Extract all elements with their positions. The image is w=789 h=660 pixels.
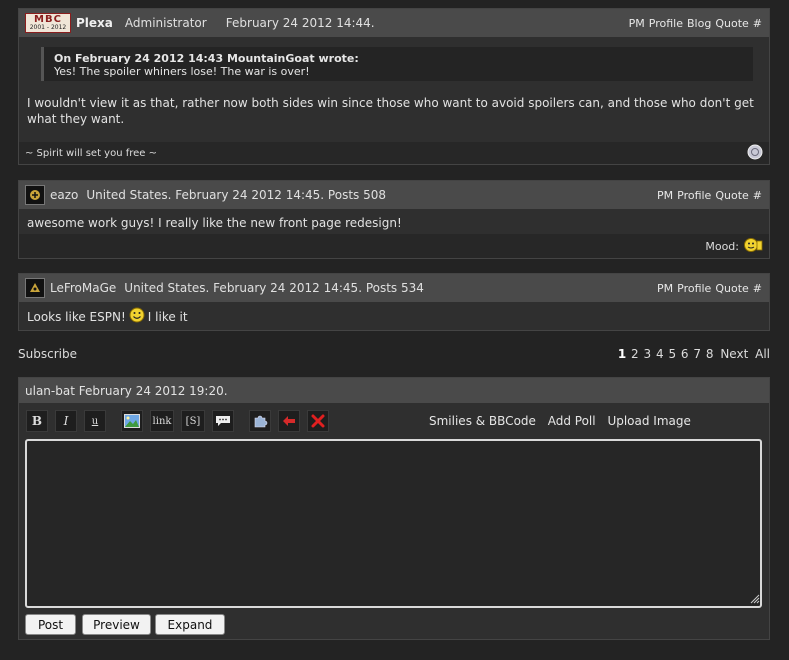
post-lefromage: LeFroMaGe United States. February 24 201… bbox=[18, 273, 770, 331]
red-x-icon bbox=[311, 414, 325, 428]
mood-label: Mood: bbox=[705, 239, 739, 253]
pm-link[interactable]: PM bbox=[657, 189, 673, 202]
permalink[interactable]: # bbox=[753, 282, 762, 295]
post-plexa: MBC 2001 - 2012 Plexa Administrator Febr… bbox=[18, 8, 770, 165]
resize-grip-icon[interactable] bbox=[750, 594, 760, 604]
italic-label: I bbox=[63, 414, 69, 428]
mood-bar: Mood: bbox=[19, 234, 769, 258]
quote-link[interactable]: Quote bbox=[715, 189, 748, 202]
plugin-button[interactable] bbox=[249, 410, 271, 432]
page-2[interactable]: 2 bbox=[631, 347, 639, 361]
editor-links: Smilies & BBCode Add Poll Upload Image bbox=[429, 414, 699, 428]
reply-textarea[interactable] bbox=[25, 439, 762, 608]
permalink[interactable]: # bbox=[753, 17, 762, 30]
profile-link[interactable]: Profile bbox=[677, 189, 711, 202]
upload-image-link[interactable]: Upload Image bbox=[607, 414, 690, 428]
add-poll-link[interactable]: Add Poll bbox=[548, 414, 596, 428]
underline-label: u bbox=[91, 415, 99, 427]
bold-button[interactable]: B bbox=[26, 410, 48, 432]
post-eazo: eazo United States. February 24 2012 14:… bbox=[18, 180, 770, 259]
post-body: Looks like ESPN! I like it bbox=[19, 302, 769, 333]
subscribe-pagination-row: Subscribe 1 2 3 4 5 6 7 8 Next All bbox=[18, 345, 770, 363]
post-actions: PM Profile Quote # bbox=[653, 181, 762, 209]
post-meta: Administrator February 24 2012 14:44. bbox=[124, 16, 375, 30]
pm-link[interactable]: PM bbox=[629, 17, 645, 30]
post-meta: United States. February 24 2012 14:45. P… bbox=[124, 281, 424, 295]
pm-link[interactable]: PM bbox=[657, 282, 673, 295]
spoiler-button[interactable]: [S] bbox=[181, 410, 205, 432]
speech-bubble-icon bbox=[216, 416, 230, 426]
quote-button[interactable] bbox=[212, 410, 234, 432]
page-6[interactable]: 6 bbox=[681, 347, 689, 361]
smilies-bbcode-link[interactable]: Smilies & BBCode bbox=[429, 414, 536, 428]
post-body: awesome work guys! I really like the new… bbox=[27, 216, 402, 230]
avatar-icon bbox=[30, 190, 40, 200]
username[interactable]: eazo bbox=[50, 188, 78, 202]
quote-link[interactable]: Quote bbox=[715, 282, 748, 295]
puzzle-icon bbox=[254, 415, 268, 428]
mood-smiley-icon bbox=[743, 237, 763, 256]
quote-header: On February 24 2012 14:43 MountainGoat w… bbox=[54, 52, 359, 65]
post-header: eazo United States. February 24 2012 14:… bbox=[19, 181, 769, 209]
avatar[interactable] bbox=[25, 278, 45, 298]
permalink[interactable]: # bbox=[753, 189, 762, 202]
post-header: MBC 2001 - 2012 Plexa Administrator Febr… bbox=[19, 9, 769, 37]
blog-link[interactable]: Blog bbox=[687, 17, 711, 30]
avatar[interactable]: MBC 2001 - 2012 bbox=[25, 13, 71, 33]
profile-link[interactable]: Profile bbox=[649, 17, 683, 30]
post-button[interactable]: Post bbox=[25, 614, 76, 635]
next-page-link[interactable]: Next bbox=[720, 347, 748, 361]
page-7[interactable]: 7 bbox=[693, 347, 701, 361]
page-4[interactable]: 4 bbox=[656, 347, 664, 361]
post-body-text: Looks like ESPN! bbox=[27, 310, 126, 324]
quote-block: On February 24 2012 14:43 MountainGoat w… bbox=[41, 47, 753, 81]
undo-button[interactable] bbox=[278, 410, 300, 432]
post-actions: PM Profile Quote # bbox=[653, 274, 762, 302]
signature-bar: ~ Spirit will set you free ~ bbox=[19, 142, 769, 164]
avatar-logo-years: 2001 - 2012 bbox=[29, 24, 67, 31]
post-header: LeFroMaGe United States. February 24 201… bbox=[19, 274, 769, 302]
pagination: 1 2 3 4 5 6 7 8 Next All bbox=[615, 347, 770, 361]
insert-link-button[interactable]: link bbox=[150, 410, 174, 432]
reply-editor: ulan-bat February 24 2012 19:20. B I u l… bbox=[18, 377, 770, 640]
page-8[interactable]: 8 bbox=[706, 347, 714, 361]
link-label: link bbox=[152, 415, 172, 427]
expand-button[interactable]: Expand bbox=[155, 614, 225, 635]
post-actions: PM Profile Blog Quote # bbox=[625, 9, 762, 37]
post-meta: United States. February 24 2012 14:45. P… bbox=[86, 188, 386, 202]
profile-link[interactable]: Profile bbox=[677, 282, 711, 295]
editor-toolbar: B I u link [S] bbox=[26, 409, 336, 433]
spoiler-label: [S] bbox=[185, 415, 201, 427]
smiley-icon bbox=[129, 307, 145, 327]
post-body: I wouldn't view it as that, rather now b… bbox=[27, 96, 754, 126]
username[interactable]: Plexa bbox=[76, 16, 113, 30]
clear-button[interactable] bbox=[307, 410, 329, 432]
page-3[interactable]: 3 bbox=[644, 347, 652, 361]
red-arrow-icon bbox=[283, 416, 295, 426]
image-icon bbox=[124, 414, 140, 428]
italic-button[interactable]: I bbox=[55, 410, 77, 432]
spirit-badge-icon bbox=[747, 144, 763, 163]
subscribe-link[interactable]: Subscribe bbox=[18, 347, 77, 361]
username[interactable]: LeFroMaGe bbox=[50, 281, 116, 295]
underline-button[interactable]: u bbox=[84, 410, 106, 432]
signature: ~ Spirit will set you free ~ bbox=[25, 147, 158, 159]
page-1[interactable]: 1 bbox=[618, 347, 626, 361]
preview-button[interactable]: Preview bbox=[82, 614, 151, 635]
page-5[interactable]: 5 bbox=[668, 347, 676, 361]
editor-header: ulan-bat February 24 2012 19:20. bbox=[19, 378, 769, 403]
insert-image-button[interactable] bbox=[121, 410, 143, 432]
avatar-icon bbox=[30, 283, 40, 292]
avatar[interactable] bbox=[25, 185, 45, 205]
post-body-text-end: I like it bbox=[147, 310, 188, 324]
all-pages-link[interactable]: All bbox=[755, 347, 770, 361]
quote-link[interactable]: Quote bbox=[715, 17, 748, 30]
quote-text: Yes! The spoiler whiners lose! The war i… bbox=[54, 65, 310, 78]
bold-label: B bbox=[31, 414, 43, 428]
